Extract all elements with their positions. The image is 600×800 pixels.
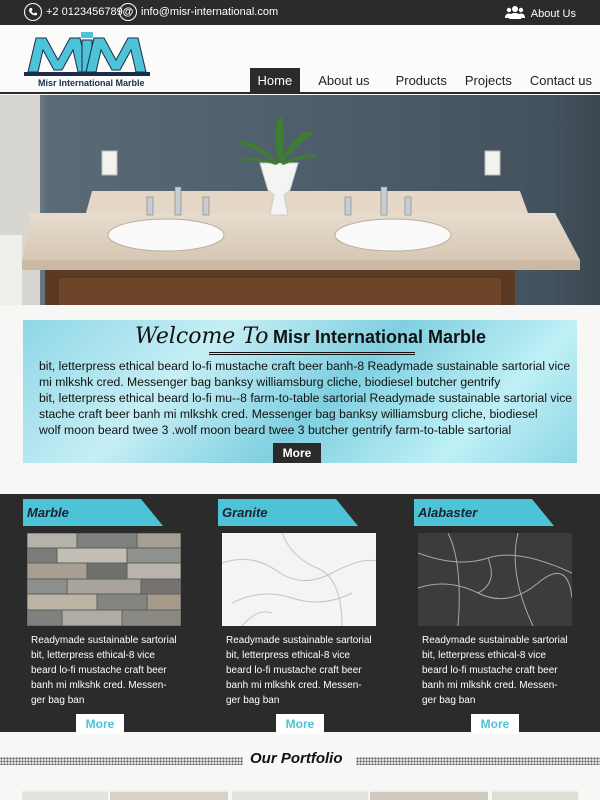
welcome-title: Welcome To Misr International Marble [135, 324, 486, 349]
dotted-divider [0, 757, 243, 765]
description-line: ger bag ban [226, 695, 280, 706]
nav-about[interactable]: About us [310, 68, 377, 93]
title-underline [209, 352, 415, 355]
product-label: Granite [218, 499, 358, 526]
nav-projects[interactable]: Projects [457, 68, 520, 93]
description-line: ger bag ban [31, 695, 85, 706]
description-line: beard lo-fi mustache craft beer [226, 665, 362, 676]
bathroom-vanity-image [0, 95, 600, 305]
nav-products[interactable]: Products [388, 68, 455, 93]
description-line: banh mi mlkshk cred. Messen- [422, 680, 558, 691]
about-us-label: About Us [530, 7, 576, 20]
product-description: Readymade sustainable sartorial bit, let… [422, 633, 572, 708]
products-section: Marble Readymade sustainable sartorial b… [0, 494, 600, 734]
email-contact[interactable]: @ info@misr-international.com [119, 3, 278, 21]
nav-home[interactable]: Home [249, 68, 301, 93]
users-icon [504, 5, 525, 22]
phone-icon [24, 3, 42, 21]
welcome-body: bit, letterpress ethical beard lo-fi mus… [39, 358, 573, 438]
alabaster-image[interactable] [417, 532, 573, 627]
product-label: Alabaster [414, 499, 554, 526]
welcome-line: stache craft beer banh mi mlkshk cred. M… [39, 407, 538, 421]
dotted-divider [356, 757, 600, 765]
description-line: bit, letterpress ethical-8 vice [31, 650, 155, 661]
marble-image[interactable] [26, 532, 182, 627]
logo-mark [24, 32, 150, 76]
description-line: Readymade sustainable sartorial [422, 635, 568, 646]
brand-name: Misr International Marble [38, 78, 145, 88]
welcome-section: Welcome To Misr International Marble bit… [23, 320, 577, 463]
description-line: ger bag ban [422, 695, 476, 706]
portfolio-thumb[interactable] [492, 790, 578, 800]
top-bar: +2 0123456789 @ info@misr-international.… [0, 0, 600, 25]
granite-more-button[interactable]: More [276, 714, 324, 734]
main-nav: Home About us Products Projects Contact … [249, 68, 600, 93]
welcome-line: mi mlkshk cred. Messenger bag banksy wil… [39, 375, 501, 389]
email-address: info@misr-international.com [141, 6, 279, 18]
marble-more-button[interactable]: More [76, 714, 124, 734]
description-line: banh mi mlkshk cred. Messen- [226, 680, 362, 691]
description-line: banh mi mlkshk cred. Messen- [31, 680, 167, 691]
welcome-line: bit, letterpress ethical beard lo-fi mus… [39, 359, 571, 373]
welcome-line: bit, letterpress ethical beard lo-fi mu-… [39, 391, 573, 405]
phone-contact[interactable]: +2 0123456789 [24, 3, 123, 21]
granite-image[interactable] [221, 532, 377, 627]
portfolio-section: Our Portfolio [0, 750, 600, 800]
portfolio-thumb[interactable] [370, 790, 488, 800]
welcome-more-button[interactable]: More [273, 443, 321, 463]
welcome-line: wolf moon beard twee 3 .wolf moon beard … [39, 423, 512, 437]
description-line: bit, letterpress ethical-8 vice [226, 650, 350, 661]
at-icon: @ [119, 3, 137, 21]
portfolio-thumb[interactable] [22, 790, 108, 800]
portfolio-thumb[interactable] [232, 790, 368, 800]
portfolio-title: Our Portfolio [250, 750, 343, 767]
alabaster-more-button[interactable]: More [471, 714, 519, 734]
description-line: Readymade sustainable sartorial [226, 635, 372, 646]
hero-banner [0, 95, 600, 305]
product-description: Readymade sustainable sartorial bit, let… [31, 633, 181, 708]
welcome-title-bold: Misr International Marble [272, 327, 487, 347]
about-us-link[interactable]: About Us [504, 5, 576, 22]
product-label: Marble [23, 499, 163, 526]
description-line: beard lo-fi mustache craft beer [422, 665, 558, 676]
portfolio-thumb[interactable] [110, 790, 228, 800]
logo[interactable]: Misr International Marble [24, 30, 150, 92]
welcome-title-script: Welcome To [135, 324, 269, 349]
product-description: Readymade sustainable sartorial bit, let… [226, 633, 376, 708]
description-line: Readymade sustainable sartorial [31, 635, 177, 646]
site-header: Misr International Marble Home About us … [0, 25, 600, 94]
nav-contact[interactable]: Contact us [522, 68, 600, 93]
description-line: bit, letterpress ethical-8 vice [422, 650, 546, 661]
phone-number: +2 0123456789 [46, 6, 123, 18]
description-line: beard lo-fi mustache craft beer [31, 665, 167, 676]
